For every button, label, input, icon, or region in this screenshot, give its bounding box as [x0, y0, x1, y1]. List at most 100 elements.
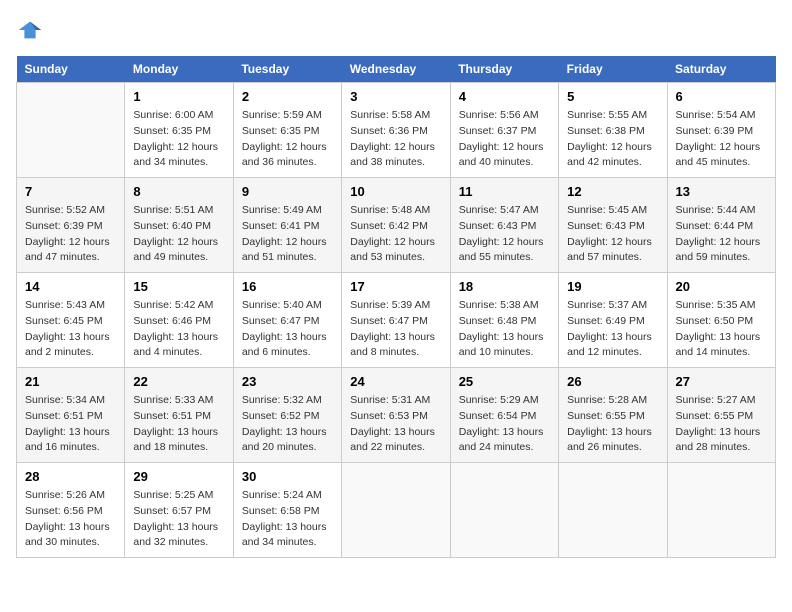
- calendar-cell: 24Sunrise: 5:31 AMSunset: 6:53 PMDayligh…: [342, 368, 450, 463]
- day-number: 20: [676, 279, 767, 294]
- day-info: Sunrise: 5:35 AMSunset: 6:50 PMDaylight:…: [676, 298, 767, 361]
- day-info: Sunrise: 5:25 AMSunset: 6:57 PMDaylight:…: [133, 488, 224, 551]
- day-info: Sunrise: 5:33 AMSunset: 6:51 PMDaylight:…: [133, 393, 224, 456]
- calendar-body: 1Sunrise: 6:00 AMSunset: 6:35 PMDaylight…: [17, 83, 776, 558]
- day-number: 21: [25, 374, 116, 389]
- calendar-cell: [559, 463, 667, 558]
- day-number: 17: [350, 279, 441, 294]
- calendar-cell: 16 Sunrise: 5:40 AMSunset: 6:47 PMDayligh…: [233, 273, 341, 368]
- calendar-cell: 17 Sunrise: 5:39 AMSunset: 6:47 PMDayligh…: [342, 273, 450, 368]
- day-number: 11: [459, 184, 550, 199]
- calendar-cell: [342, 463, 450, 558]
- day-info: Sunrise: 5:48 AMSunset: 6:42 PMDaylight:…: [350, 203, 441, 266]
- calendar-cell: 1Sunrise: 6:00 AMSunset: 6:35 PMDaylight…: [125, 83, 233, 178]
- calendar-cell: 19 Sunrise: 5:37 AMSunset: 6:49 PMDayligh…: [559, 273, 667, 368]
- day-info: Sunrise: 5:37 AMSunset: 6:49 PMDaylight:…: [567, 298, 658, 361]
- dow-header-tuesday: Tuesday: [233, 56, 341, 83]
- day-info: Sunrise: 5:58 AMSunset: 6:36 PMDaylight:…: [350, 108, 441, 171]
- day-number: 16: [242, 279, 333, 294]
- day-info: Sunrise: 5:56 AMSunset: 6:37 PMDaylight:…: [459, 108, 550, 171]
- calendar-cell: 23 Sunrise: 5:32 AMSunset: 6:52 PMDayligh…: [233, 368, 341, 463]
- calendar-week-3: 14Sunrise: 5:43 AMSunset: 6:45 PMDayligh…: [17, 273, 776, 368]
- page-header: [16, 16, 776, 44]
- calendar-cell: 10 Sunrise: 5:48 AMSunset: 6:42 PMDayligh…: [342, 178, 450, 273]
- calendar-week-5: 28 Sunrise: 5:26 AMSunset: 6:56 PMDayligh…: [17, 463, 776, 558]
- calendar-week-1: 1Sunrise: 6:00 AMSunset: 6:35 PMDaylight…: [17, 83, 776, 178]
- calendar-cell: 28 Sunrise: 5:26 AMSunset: 6:56 PMDayligh…: [17, 463, 125, 558]
- day-info: Sunrise: 5:54 AMSunset: 6:39 PMDaylight:…: [676, 108, 767, 171]
- day-info: Sunrise: 5:26 AMSunset: 6:56 PMDaylight:…: [25, 488, 116, 551]
- day-info: Sunrise: 5:47 AMSunset: 6:43 PMDaylight:…: [459, 203, 550, 266]
- day-info: Sunrise: 5:52 AMSunset: 6:39 PMDaylight:…: [25, 203, 116, 266]
- calendar-cell: 21 Sunrise: 5:34 AMSunset: 6:51 PMDayligh…: [17, 368, 125, 463]
- calendar-cell: 14Sunrise: 5:43 AMSunset: 6:45 PMDayligh…: [17, 273, 125, 368]
- day-number: 29: [133, 469, 224, 484]
- day-info: Sunrise: 5:51 AMSunset: 6:40 PMDaylight:…: [133, 203, 224, 266]
- day-number: 3: [350, 89, 441, 104]
- day-info: Sunrise: 5:32 AMSunset: 6:52 PMDaylight:…: [242, 393, 333, 456]
- day-info: Sunrise: 5:39 AMSunset: 6:47 PMDaylight:…: [350, 298, 441, 361]
- calendar-cell: 25 Sunrise: 5:29 AMSunset: 6:54 PMDayligh…: [450, 368, 558, 463]
- day-number: 26: [567, 374, 658, 389]
- day-number: 6: [676, 89, 767, 104]
- calendar-cell: 18 Sunrise: 5:38 AMSunset: 6:48 PMDayligh…: [450, 273, 558, 368]
- day-number: 23: [242, 374, 333, 389]
- day-info: Sunrise: 5:34 AMSunset: 6:51 PMDaylight:…: [25, 393, 116, 456]
- calendar-cell: 20 Sunrise: 5:35 AMSunset: 6:50 PMDayligh…: [667, 273, 775, 368]
- calendar-cell: 2Sunrise: 5:59 AMSunset: 6:35 PMDaylight…: [233, 83, 341, 178]
- day-info: Sunrise: 5:55 AMSunset: 6:38 PMDaylight:…: [567, 108, 658, 171]
- day-number: 12: [567, 184, 658, 199]
- calendar-cell: [450, 463, 558, 558]
- day-info: Sunrise: 5:31 AMSunset: 6:53 PMDaylight:…: [350, 393, 441, 456]
- day-number: 30: [242, 469, 333, 484]
- day-info: Sunrise: 5:38 AMSunset: 6:48 PMDaylight:…: [459, 298, 550, 361]
- day-number: 10: [350, 184, 441, 199]
- day-number: 28: [25, 469, 116, 484]
- day-info: Sunrise: 5:28 AMSunset: 6:55 PMDaylight:…: [567, 393, 658, 456]
- calendar-cell: 5Sunrise: 5:55 AMSunset: 6:38 PMDaylight…: [559, 83, 667, 178]
- calendar-cell: 9Sunrise: 5:49 AMSunset: 6:41 PMDaylight…: [233, 178, 341, 273]
- dow-header-sunday: Sunday: [17, 56, 125, 83]
- calendar-week-4: 21 Sunrise: 5:34 AMSunset: 6:51 PMDayligh…: [17, 368, 776, 463]
- dow-header-thursday: Thursday: [450, 56, 558, 83]
- calendar-cell: 27 Sunrise: 5:27 AMSunset: 6:55 PMDayligh…: [667, 368, 775, 463]
- day-info: Sunrise: 5:43 AMSunset: 6:45 PMDaylight:…: [25, 298, 116, 361]
- day-number: 25: [459, 374, 550, 389]
- dow-header-friday: Friday: [559, 56, 667, 83]
- logo: [16, 16, 48, 44]
- calendar-cell: 15Sunrise: 5:42 AMSunset: 6:46 PMDayligh…: [125, 273, 233, 368]
- calendar-cell: [667, 463, 775, 558]
- day-info: Sunrise: 5:40 AMSunset: 6:47 PMDaylight:…: [242, 298, 333, 361]
- day-number: 1: [133, 89, 224, 104]
- calendar-cell: 7 Sunrise: 5:52 AMSunset: 6:39 PMDaylight…: [17, 178, 125, 273]
- day-number: 7: [25, 184, 116, 199]
- dow-header-monday: Monday: [125, 56, 233, 83]
- calendar-cell: 30Sunrise: 5:24 AMSunset: 6:58 PMDayligh…: [233, 463, 341, 558]
- day-number: 13: [676, 184, 767, 199]
- day-info: Sunrise: 5:42 AMSunset: 6:46 PMDaylight:…: [133, 298, 224, 361]
- calendar-cell: 4 Sunrise: 5:56 AMSunset: 6:37 PMDaylight…: [450, 83, 558, 178]
- calendar-cell: 6 Sunrise: 5:54 AMSunset: 6:39 PMDaylight…: [667, 83, 775, 178]
- day-number: 8: [133, 184, 224, 199]
- calendar-week-2: 7 Sunrise: 5:52 AMSunset: 6:39 PMDaylight…: [17, 178, 776, 273]
- day-info: Sunrise: 5:44 AMSunset: 6:44 PMDaylight:…: [676, 203, 767, 266]
- calendar-cell: 29 Sunrise: 5:25 AMSunset: 6:57 PMDayligh…: [125, 463, 233, 558]
- calendar-cell: 13 Sunrise: 5:44 AMSunset: 6:44 PMDayligh…: [667, 178, 775, 273]
- day-info: Sunrise: 5:27 AMSunset: 6:55 PMDaylight:…: [676, 393, 767, 456]
- calendar-cell: 8 Sunrise: 5:51 AMSunset: 6:40 PMDaylight…: [125, 178, 233, 273]
- day-of-week-header-row: SundayMondayTuesdayWednesdayThursdayFrid…: [17, 56, 776, 83]
- day-info: Sunrise: 5:29 AMSunset: 6:54 PMDaylight:…: [459, 393, 550, 456]
- logo-icon: [16, 16, 44, 44]
- day-number: 22: [133, 374, 224, 389]
- dow-header-saturday: Saturday: [667, 56, 775, 83]
- day-number: 9: [242, 184, 333, 199]
- day-number: 27: [676, 374, 767, 389]
- day-info: Sunrise: 5:59 AMSunset: 6:35 PMDaylight:…: [242, 108, 333, 171]
- day-number: 19: [567, 279, 658, 294]
- calendar-table: SundayMondayTuesdayWednesdayThursdayFrid…: [16, 56, 776, 558]
- calendar-cell: 3 Sunrise: 5:58 AMSunset: 6:36 PMDaylight…: [342, 83, 450, 178]
- day-number: 4: [459, 89, 550, 104]
- calendar-cell: 22 Sunrise: 5:33 AMSunset: 6:51 PMDayligh…: [125, 368, 233, 463]
- day-number: 18: [459, 279, 550, 294]
- calendar-cell: 26 Sunrise: 5:28 AMSunset: 6:55 PMDayligh…: [559, 368, 667, 463]
